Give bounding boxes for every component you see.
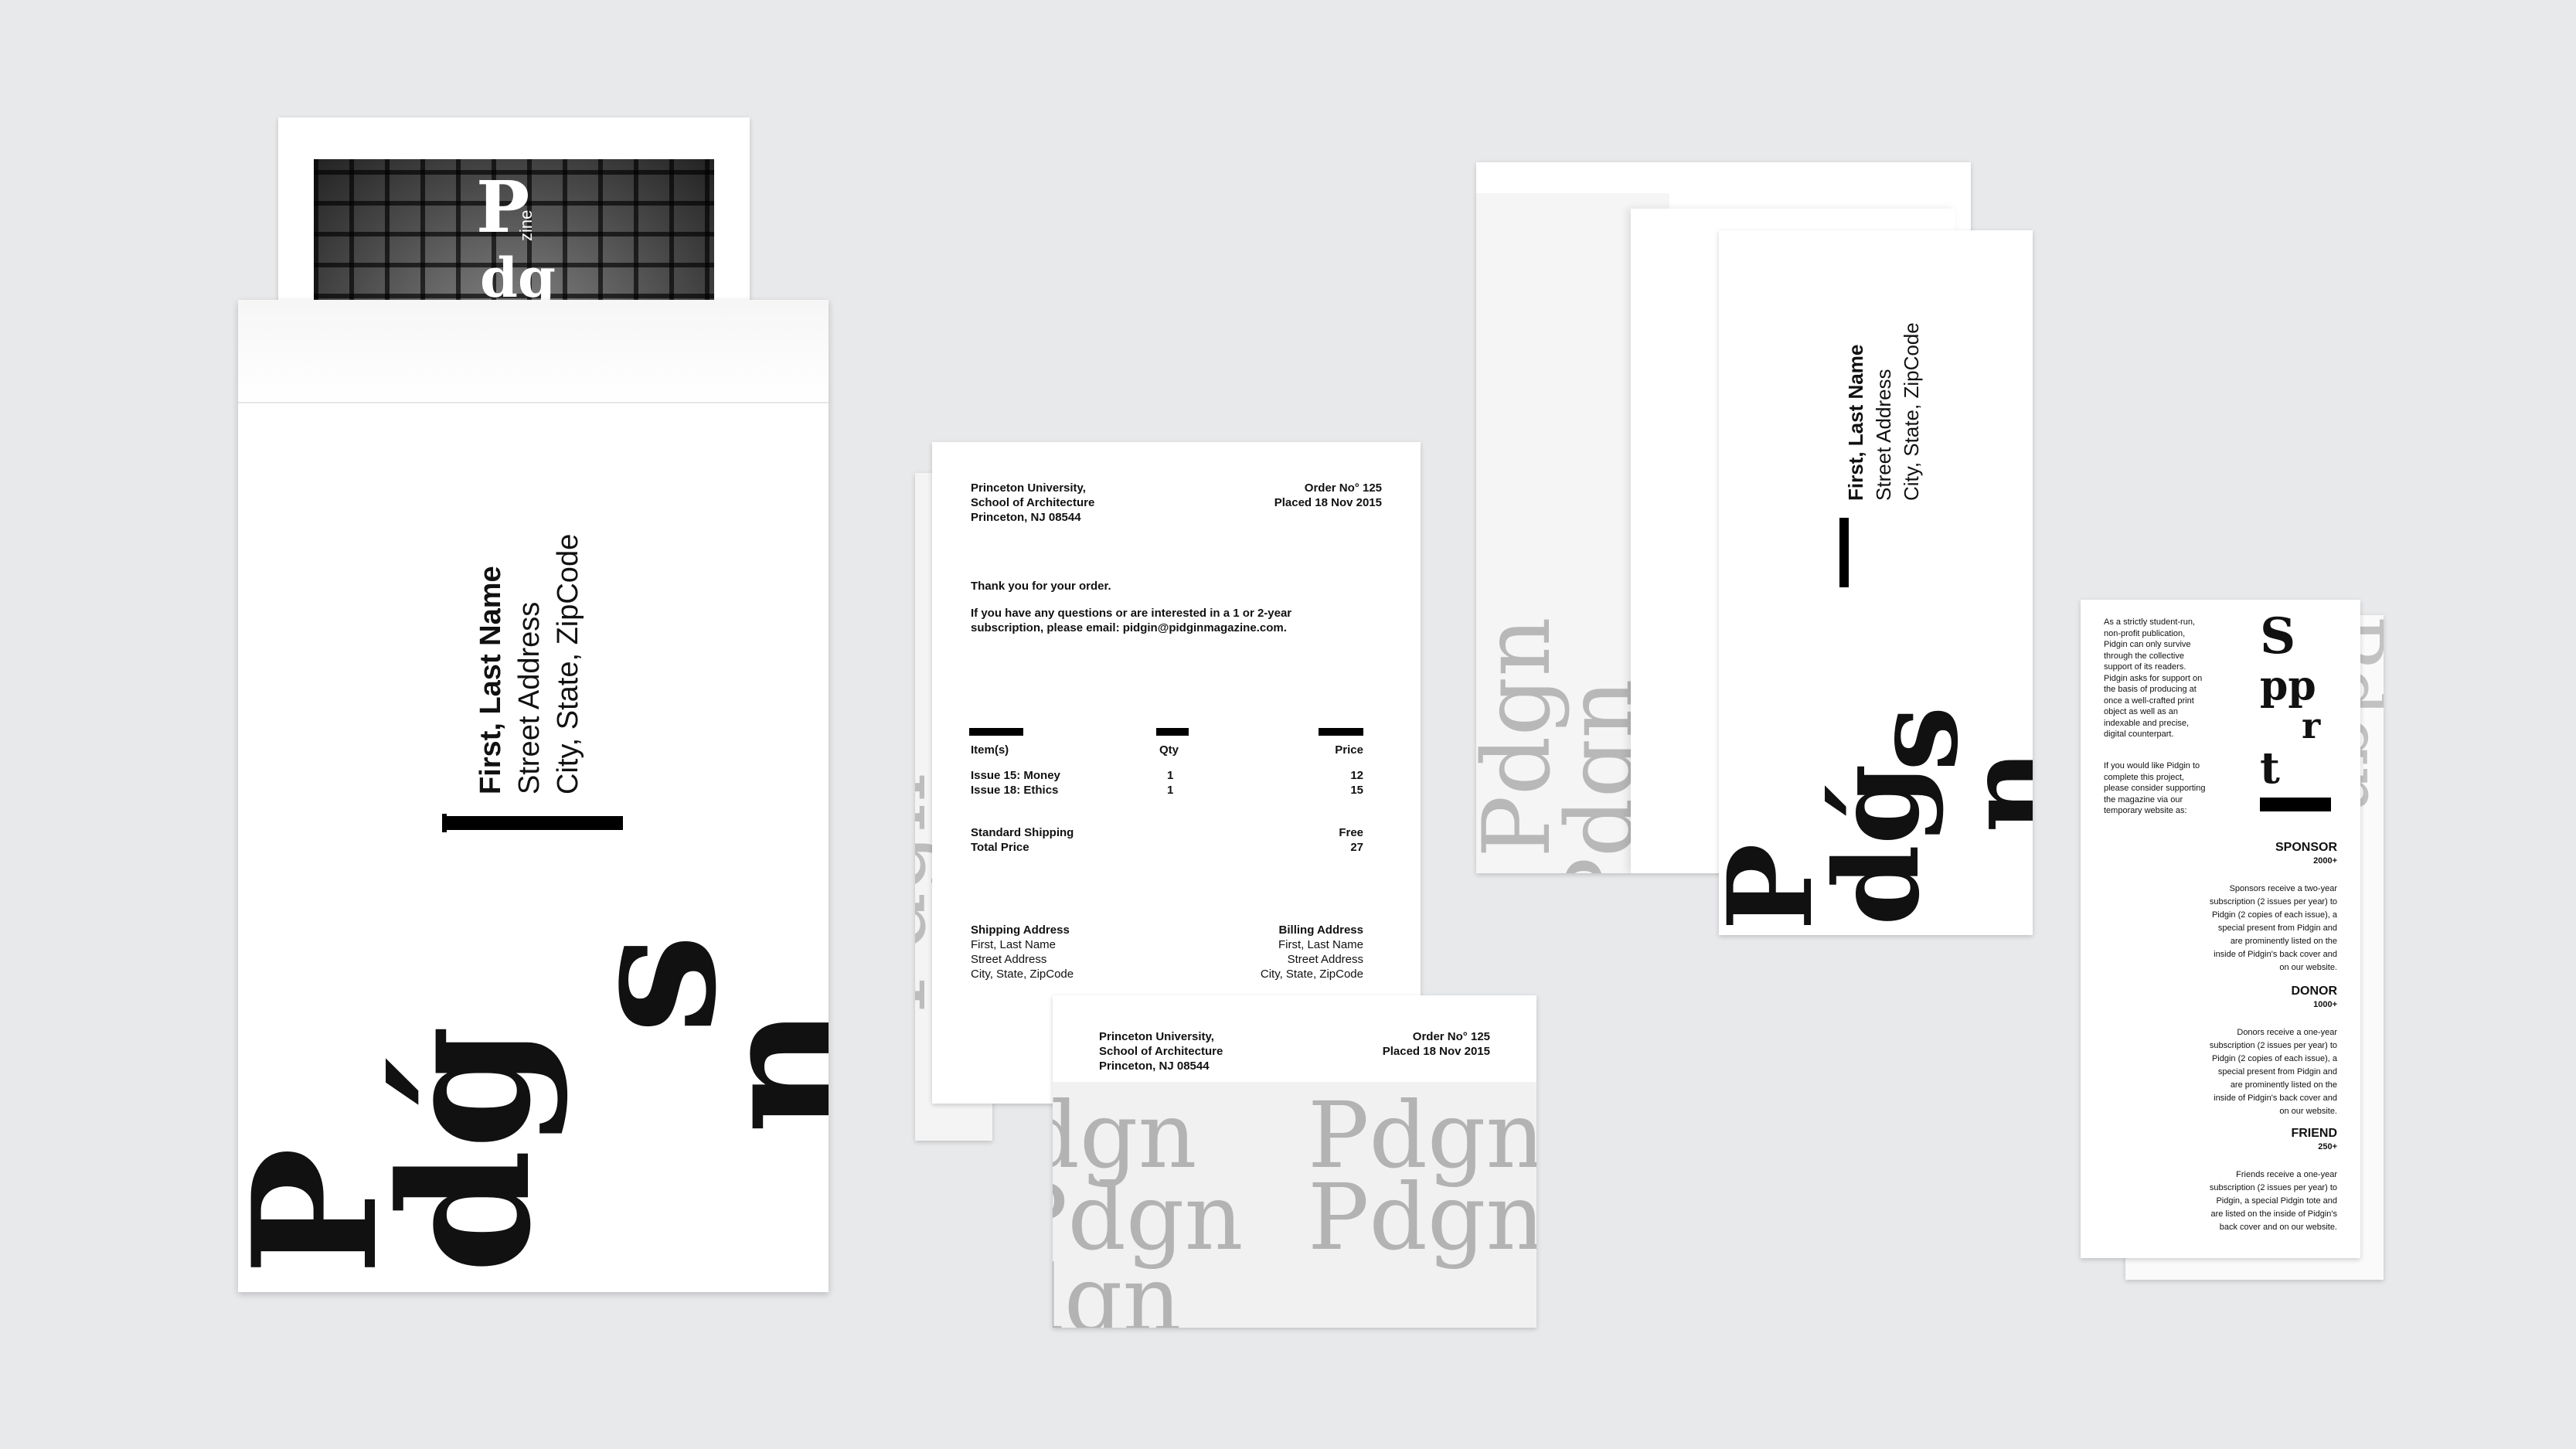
qty-header: Qty [1159, 743, 1179, 757]
qty-header-bar [1156, 728, 1189, 736]
support-title-bar [2260, 798, 2331, 811]
envelope-flap-line [238, 402, 829, 403]
dl-envelope-street: Street Address [1872, 369, 1895, 501]
invoice-order: Order No° 125 Placed 18 Nov 2015 [1274, 481, 1382, 509]
dl-brand-letter-n: n [1941, 749, 2033, 833]
address-bar [445, 816, 623, 830]
support-intro-2: If you would like Pidgin to complete this… [2104, 761, 2206, 815]
address-bar-vertical [442, 814, 447, 832]
envelope: First, Last Name Street Address City, St… [238, 300, 829, 1292]
brand-letters-dg: dǵ [362, 1025, 570, 1274]
support-intro: As a strictly student-run, non-profit pub… [2104, 617, 2203, 739]
dl-brand-letters-dg: dǵ [1809, 764, 1945, 926]
envelope-street: Street Address [513, 601, 546, 794]
item-header: Item(s) [971, 743, 1009, 757]
table-row: Issue 15: Money 1 12 [971, 769, 1363, 782]
small-envelope: Pdgn Pdgn Pdgn Pdgn Pdgn Princeton Unive… [1053, 995, 1536, 1328]
billing-address: Billing Address First, Last Name Street A… [1260, 923, 1363, 981]
dl-address-bar [1839, 518, 1849, 587]
price-header-bar [1319, 728, 1363, 736]
price-header: Price [1335, 743, 1363, 757]
small-envelope-from: Princeton University, School of Architect… [1099, 1030, 1223, 1073]
brand-letter-n: n [679, 1005, 829, 1134]
envelope-flap-shadow [238, 300, 829, 403]
tier-friend: FRIEND 250+ Friends receive a one-year su… [2209, 1127, 2337, 1232]
small-envelope-order: Order No° 125 Placed 18 Nov 2015 [1382, 1030, 1490, 1058]
small-envelope-pattern: Pdgn Pdgn Pdgn [1053, 1082, 1244, 1328]
mockup-canvas: { "envelope": { "name": "First, Last Nam… [0, 0, 2576, 1449]
invoice-questions: If you have any questions or are interes… [971, 607, 1292, 634]
envelope-name: First, Last Name [475, 566, 507, 794]
invoice-thanks: Thank you for your order. [971, 580, 1111, 593]
small-envelope-pattern-2: Pdgn Pdgn [1308, 1082, 1536, 1271]
support-title-s: S [2260, 607, 2296, 665]
table-row: Issue 18: Ethics 1 15 [971, 784, 1363, 797]
shipping-row: Standard Shipping Free [971, 826, 1363, 839]
tier-sponsor: SPONSOR 2000+ Sponsors receive a two-yea… [2209, 841, 2337, 972]
dl-envelope-city: City, State, ZipCode [1900, 322, 1923, 501]
dl-envelope-front: First, Last Name Street Address City, St… [1719, 230, 2033, 935]
item-header-bar [969, 728, 1023, 736]
support-title-t: t [2260, 743, 2280, 794]
invoice-from: Princeton University, School of Architect… [971, 481, 1095, 524]
support-title-r: r [2302, 705, 2321, 747]
envelope-city: City, State, ZipCode [552, 533, 584, 794]
support-title-pp: pp [2260, 662, 2316, 709]
tier-donor: DONOR 1000+ Donors receive a one-year sub… [2209, 985, 2337, 1116]
dl-envelope-name: First, Last Name [1844, 344, 1867, 501]
total-row: Total Price 27 [971, 841, 1363, 854]
magazine-side-text: zine [516, 209, 536, 241]
support-card: As a strictly student-run, non-profit pub… [2081, 600, 2360, 1258]
shipping-address: Shipping Address First, Last Name Street … [971, 923, 1074, 981]
